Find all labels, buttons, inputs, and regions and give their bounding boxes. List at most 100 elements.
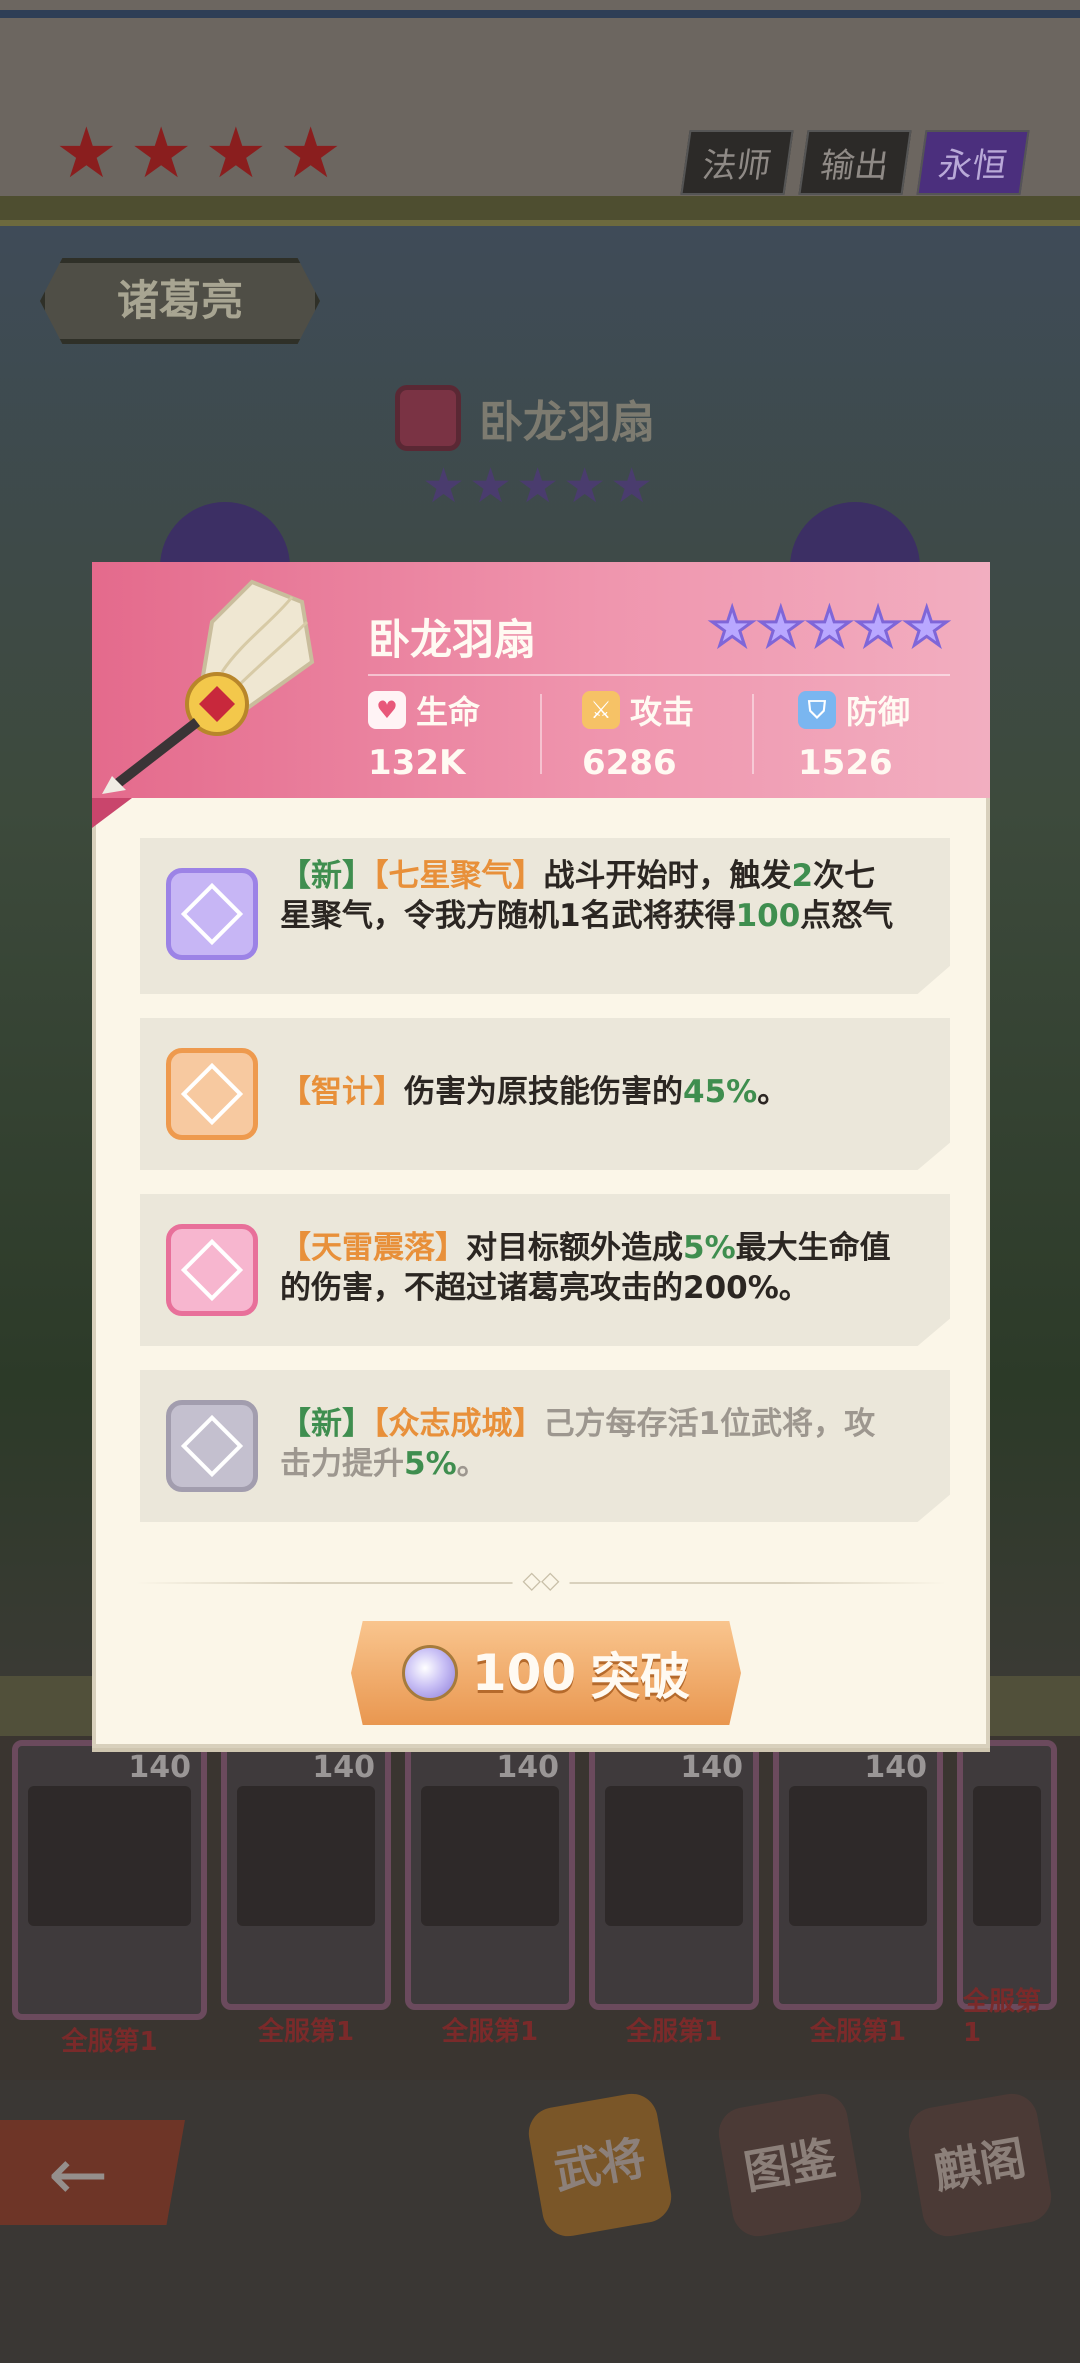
pink-gem-icon — [166, 1224, 258, 1316]
crystal-orb-icon — [401, 1645, 458, 1701]
pink-gem-icon — [395, 385, 461, 451]
skill-name: 【天雷震落】 — [280, 1230, 466, 1266]
arrow-left-icon: ← — [48, 2132, 109, 2216]
skill-entry: 【天雷震落】对目标额外造成5%最大生命值的伤害，不超过诸葛亮攻击的200%。 — [140, 1194, 950, 1346]
skill-value: 2 — [791, 858, 814, 894]
equipped-item-stars: ★★★★★ — [422, 458, 658, 514]
stat-hp: ♥ 生命 132K — [368, 687, 538, 783]
hero-tags: 法师 输出 永恒 — [680, 130, 1030, 195]
stat-defense-value: 1526 — [798, 743, 893, 783]
skill-text: 。 — [456, 1446, 488, 1482]
hero-star: ★ — [129, 112, 193, 194]
nav-pavilion-label: 麒阁 — [930, 2130, 1030, 2200]
skill-new-tag: 【新】 — [280, 1406, 373, 1442]
hero-stars: ★ ★ ★ ★ — [55, 118, 342, 188]
item-star-rating: ★ ★ ★ ★ ★ — [707, 598, 952, 658]
hero-roster: 140 全服第1 140 全服第1 140 全服第1 140 全服第1 140 … — [12, 1740, 1057, 2057]
star-icon: ★ — [853, 598, 903, 658]
hero-card-rank: 全服第1 — [257, 2017, 355, 2047]
hero-card[interactable]: 140 全服第1 — [405, 1740, 575, 2047]
hero-name: 诸葛亮 — [116, 276, 243, 325]
stat-defense-label: 防御 — [846, 693, 911, 731]
stat-attack-value: 6286 — [582, 743, 677, 783]
stat-hp-label: 生命 — [416, 693, 481, 731]
banner-beam — [0, 196, 1080, 226]
hero-card[interactable]: 140 全服第1 — [773, 1740, 943, 2047]
hero-star: ★ — [55, 112, 118, 194]
skill-text: 战斗开始时，触发 — [543, 858, 792, 894]
hero-card-level: 140 — [312, 1750, 375, 1785]
skill-name: 【智计】 — [280, 1074, 404, 1110]
ornament-divider: ◇◇ — [136, 1566, 946, 1594]
tag-role: 输出 — [798, 130, 912, 195]
hero-card-rank: 全服第1 — [963, 1987, 1042, 2048]
skill-description: 【新】【众志成城】己方每存活1位武将，攻击力提升5%。 — [280, 1404, 894, 1484]
skill-value: 45% — [683, 1074, 758, 1110]
orange-gem-icon — [166, 1048, 258, 1140]
stat-attack-label: 攻击 — [630, 693, 695, 731]
skill-text: 对目标额外造成 — [466, 1230, 683, 1266]
hero-card-level: 140 — [128, 1750, 191, 1785]
hero-card[interactable]: 140 全服第1 — [221, 1740, 391, 2047]
skill-text: 。 — [757, 1074, 789, 1110]
popup-header: 卧龙羽扇 ★ ★ ★ ★ ★ ♥ 生命 132K ⚔ 攻击 6286 ⛉ 防御 … — [92, 562, 990, 828]
stat-separator — [752, 694, 754, 774]
hero-card[interactable]: 140 全服第1 — [12, 1740, 207, 2057]
heart-icon: ♥ — [368, 691, 406, 729]
sword-icon: ⚔ — [582, 691, 620, 729]
gray-gem-icon — [166, 1400, 258, 1492]
skill-description: 【智计】伤害为原技能伤害的45%。 — [280, 1072, 894, 1112]
skill-entry: 【新】【七星聚气】战斗开始时，触发2次七星聚气，令我方随机1名武将获得100点怒… — [140, 838, 950, 994]
skill-description: 【新】【七星聚气】战斗开始时，触发2次七星聚气，令我方随机1名武将获得100点怒… — [280, 856, 894, 936]
stat-defense: ⛉ 防御 1526 — [798, 687, 968, 783]
hero-card-rank: 全服第1 — [625, 2017, 723, 2047]
hero-card[interactable]: 全服第1 — [957, 1740, 1057, 2048]
skill-name: 【七星聚气】 — [373, 858, 544, 894]
nav-pavilion[interactable]: 麒阁 — [904, 2089, 1056, 2241]
star-icon: ★ — [707, 598, 757, 658]
hero-star: ★ — [279, 112, 343, 194]
hero-card-level: 140 — [680, 1750, 743, 1785]
top-bar-line — [0, 10, 1080, 18]
hero-name-sign: 诸葛亮 — [40, 258, 320, 344]
item-detail-popup: 卧龙羽扇 ★ ★ ★ ★ ★ ♥ 生命 132K ⚔ 攻击 6286 ⛉ 防御 … — [92, 562, 990, 1748]
feather-fan-icon — [92, 562, 352, 798]
tag-class: 法师 — [680, 130, 794, 195]
nav-heroes-label: 武将 — [550, 2130, 650, 2200]
skill-value: 100 — [735, 898, 801, 934]
star-icon: ★ — [756, 598, 806, 658]
hero-card-rank: 全服第1 — [61, 2027, 158, 2057]
hero-portrait — [605, 1786, 743, 1926]
item-name: 卧龙羽扇 — [368, 615, 537, 664]
hero-card-level: 140 — [864, 1750, 927, 1785]
hero-portrait — [789, 1786, 927, 1926]
stat-separator — [540, 694, 542, 774]
breakthrough-label: 突破 — [590, 1648, 691, 1706]
breakthrough-button[interactable]: 100 突破 — [351, 1621, 741, 1725]
header-divider — [368, 674, 950, 676]
breakthrough-cost: 100 — [471, 1644, 577, 1702]
hero-portrait — [237, 1786, 375, 1926]
stat-attack: ⚔ 攻击 6286 — [582, 687, 752, 783]
nav-heroes[interactable]: 武将 — [524, 2089, 676, 2241]
hero-card[interactable]: 140 全服第1 — [589, 1740, 759, 2047]
hero-card-level: 140 — [496, 1750, 559, 1785]
ornament-icon: ◇◇ — [512, 1566, 570, 1594]
stat-hp-value: 132K — [368, 743, 466, 783]
shield-icon: ⛉ — [798, 691, 836, 729]
hero-card-rank: 全服第1 — [441, 2017, 539, 2047]
skill-entry-locked: 【新】【众志成城】己方每存活1位武将，攻击力提升5%。 — [140, 1370, 950, 1522]
equipped-item-name: 卧龙羽扇 — [479, 397, 655, 448]
hero-portrait — [421, 1786, 559, 1926]
hero-card-rank: 全服第1 — [809, 2017, 907, 2047]
skill-name: 【众志成城】 — [373, 1406, 544, 1442]
skill-description: 【天雷震落】对目标额外造成5%最大生命值的伤害，不超过诸葛亮攻击的200%。 — [280, 1228, 894, 1308]
star-icon: ★ — [902, 598, 952, 658]
hero-portrait — [28, 1786, 191, 1926]
skill-text: 点怒气 — [800, 898, 894, 934]
nav-codex-label: 图鉴 — [740, 2130, 840, 2200]
equipped-item-title: 卧龙羽扇 — [395, 385, 655, 451]
nav-codex[interactable]: 图鉴 — [714, 2089, 866, 2241]
back-button[interactable]: ← — [0, 2120, 185, 2225]
hero-star: ★ — [204, 112, 268, 194]
